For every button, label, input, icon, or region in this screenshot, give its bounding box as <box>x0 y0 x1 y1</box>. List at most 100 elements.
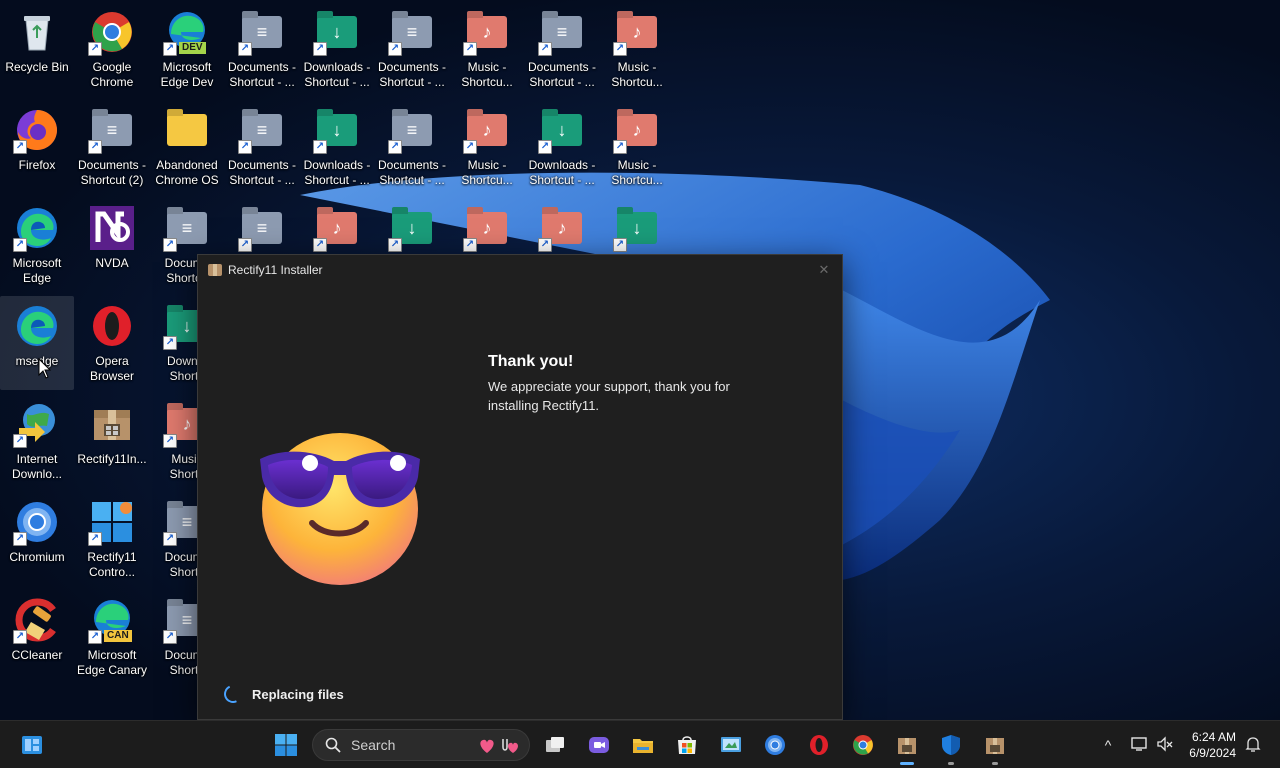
firefox-icon: ↗ <box>13 106 61 154</box>
desktop-icon-downloads-shortcut[interactable]: ↓ ↗ Downloads - Shortcut - ... <box>525 100 599 194</box>
teams-chat-button[interactable] <box>583 729 615 761</box>
shortcut-arrow-icon: ↗ <box>88 630 102 644</box>
notification-bell-icon[interactable] <box>1243 735 1263 755</box>
windows-logo-icon: ↗ <box>88 498 136 546</box>
desktop-icon-microsoft-edge[interactable]: ↗ Microsoft Edge <box>0 198 74 292</box>
desktop-icon-microsoft-edge-dev[interactable]: DEV ↗ Microsoft Edge Dev <box>150 2 224 96</box>
shortcut-arrow-icon: ↗ <box>313 140 327 154</box>
documents-folder-icon: ≡ ↗ <box>88 106 136 154</box>
shortcut-arrow-icon: ↗ <box>13 140 27 154</box>
desktop-icon-opera-browser[interactable]: Opera Browser <box>75 296 149 390</box>
icon-label: Opera Browser <box>89 354 134 383</box>
desktop-icon-recycle-bin[interactable]: Recycle Bin <box>0 2 74 96</box>
desktop-icon-documents-shortcut-2[interactable]: ≡ ↗ Documents - Shortcut (2) <box>75 100 149 194</box>
opera-taskbar-button[interactable] <box>803 729 835 761</box>
shortcut-arrow-icon: ↗ <box>388 42 402 56</box>
icon-label: Microsoft Edge <box>12 256 62 285</box>
file-explorer-button[interactable] <box>627 729 659 761</box>
globe-download-icon: ↗ <box>13 400 61 448</box>
desktop-icon-chromium[interactable]: ↗ Chromium <box>0 492 74 586</box>
desktop-icon-music-shortcut[interactable]: ♪ ↗ Music - Shortcu... <box>450 2 524 96</box>
volume-muted-icon[interactable] <box>1155 735 1175 755</box>
desktop-icon-rectify11-installer[interactable]: Rectify11In... <box>75 394 149 488</box>
installer-titlebar[interactable]: Rectify11 Installer ✕ <box>198 255 842 285</box>
start-button[interactable] <box>270 729 302 761</box>
music-folder-icon: ♪ ↗ <box>463 204 511 252</box>
recycle-bin-icon <box>13 8 61 56</box>
shortcut-arrow-icon: ↗ <box>613 238 627 252</box>
shortcut-arrow-icon: ↗ <box>463 238 477 252</box>
window-title: Rectify11 Installer <box>228 263 323 277</box>
desktop-icon-documents-shortcut[interactable]: ≡ ↗ Documents - Shortcut - ... <box>375 2 449 96</box>
shortcut-arrow-icon: ↗ <box>238 140 252 154</box>
desktop-icon-rectify11-control[interactable]: ↗ Rectify11 Contro... <box>75 492 149 586</box>
shortcut-arrow-icon: ↗ <box>613 42 627 56</box>
downloads-folder-icon: ↓ ↗ <box>313 106 361 154</box>
rectify11-installer-taskbar-button[interactable] <box>891 729 923 765</box>
edge-icon: ↗ <box>13 204 61 252</box>
taskbar: Search ^ 6:24 AM 6/9/2024 <box>0 720 1280 768</box>
chrome-taskbar-button[interactable] <box>847 729 879 761</box>
desktop-icon-microsoft-edge-canary[interactable]: CAN ↗ Microsoft Edge Canary <box>75 590 149 684</box>
status-text: Replacing files <box>252 686 344 702</box>
desktop-icon-music-shortcut[interactable]: ♪ ↗ Music - Shortcu... <box>450 100 524 194</box>
desktop-icon-msedge[interactable]: msedge <box>0 296 74 390</box>
windows-security-button[interactable] <box>935 729 967 765</box>
taskbar-clock[interactable]: 6:24 AM 6/9/2024 <box>1189 729 1236 761</box>
edge-icon <box>13 302 61 350</box>
tray-overflow-chevron-icon[interactable]: ^ <box>1098 735 1118 755</box>
chrome-icon: ↗ <box>88 8 136 56</box>
icon-label: Documents - Shortcut - ... <box>527 60 597 89</box>
icon-label: Chromium <box>9 550 65 564</box>
microsoft-store-button[interactable] <box>671 729 703 761</box>
shortcut-arrow-icon: ↗ <box>163 434 177 448</box>
shortcut-arrow-icon: ↗ <box>538 42 552 56</box>
icon-label: Documents - Shortcut - ... <box>227 158 297 187</box>
icon-label: Music - Shortcu... <box>461 158 513 187</box>
rectify11-taskbar-button[interactable] <box>979 729 1011 765</box>
icon-label: Downloads - Shortcut - ... <box>303 60 371 89</box>
desktop-icon-abandoned-chrome-os[interactable]: Abandoned Chrome OS <box>150 100 224 194</box>
thanks-message: We appreciate your support, thank you fo… <box>488 379 730 413</box>
desktop-icon-nvda[interactable]: NVDA <box>75 198 149 292</box>
shortcut-arrow-icon: ↗ <box>13 532 27 546</box>
documents-folder-icon: ≡ ↗ <box>388 106 436 154</box>
close-button[interactable]: ✕ <box>814 261 834 279</box>
icon-label: Rectify11 Contro... <box>87 550 137 579</box>
widgets-button[interactable] <box>16 729 48 761</box>
desktop-icon-firefox[interactable]: ↗ Firefox <box>0 100 74 194</box>
taskbar-search-box[interactable]: Search <box>312 729 530 761</box>
desktop-icon-ccleaner[interactable]: ↗ CCleaner <box>0 590 74 684</box>
music-folder-icon: ♪ ↗ <box>613 106 661 154</box>
desktop-icon-music-shortcut[interactable]: ♪ ↗ Music - Shortcu... <box>600 2 674 96</box>
desktop-icon-documents-shortcut[interactable]: ≡ ↗ Documents - Shortcut - ... <box>375 100 449 194</box>
desktop-icon-google-chrome[interactable]: ↗ Google Chrome <box>75 2 149 96</box>
desktop-icon-internet-download-manager[interactable]: ↗ Internet Downlo... <box>0 394 74 488</box>
icon-label: Downloads - Shortcut - ... <box>303 158 371 187</box>
chromium-taskbar-button[interactable] <box>759 729 791 761</box>
icon-label: NVDA <box>95 256 129 270</box>
desktop-icon-documents-shortcut[interactable]: ≡ ↗ Documents - Shortcut - ... <box>225 2 299 96</box>
network-icon[interactable] <box>1129 735 1149 755</box>
icon-label: Music - Shortcu... <box>611 60 663 89</box>
control-panel-button[interactable] <box>715 729 747 761</box>
desktop-icon-downloads-shortcut[interactable]: ↓ ↗ Downloads - Shortcut - ... <box>300 2 374 96</box>
desktop-icon-downloads-shortcut[interactable]: ↓ ↗ Downloads - Shortcut - ... <box>300 100 374 194</box>
desktop-icon-documents-shortcut[interactable]: ≡ ↗ Documents - Shortcut - ... <box>525 2 599 96</box>
shortcut-arrow-icon: ↗ <box>88 140 102 154</box>
search-label: Search <box>351 737 396 753</box>
shortcut-arrow-icon: ↗ <box>163 238 177 252</box>
dev-badge: DEV <box>179 42 206 54</box>
task-view-button[interactable] <box>539 729 571 761</box>
desktop-icon-documents-shortcut[interactable]: ≡ ↗ Documents - Shortcut - ... <box>225 100 299 194</box>
icon-label: Downloads - Shortcut - ... <box>528 158 596 187</box>
ccleaner-icon: ↗ <box>13 596 61 644</box>
music-folder-icon: ♪ ↗ <box>538 204 586 252</box>
package-box-icon <box>208 264 222 276</box>
desktop-icon-music-shortcut[interactable]: ♪ ↗ Music - Shortcu... <box>600 100 674 194</box>
icon-label: Firefox <box>18 158 56 172</box>
opera-icon <box>88 302 136 350</box>
icon-label: Google Chrome <box>90 60 134 89</box>
shortcut-arrow-icon: ↗ <box>13 630 27 644</box>
loading-spinner-icon <box>221 682 245 706</box>
